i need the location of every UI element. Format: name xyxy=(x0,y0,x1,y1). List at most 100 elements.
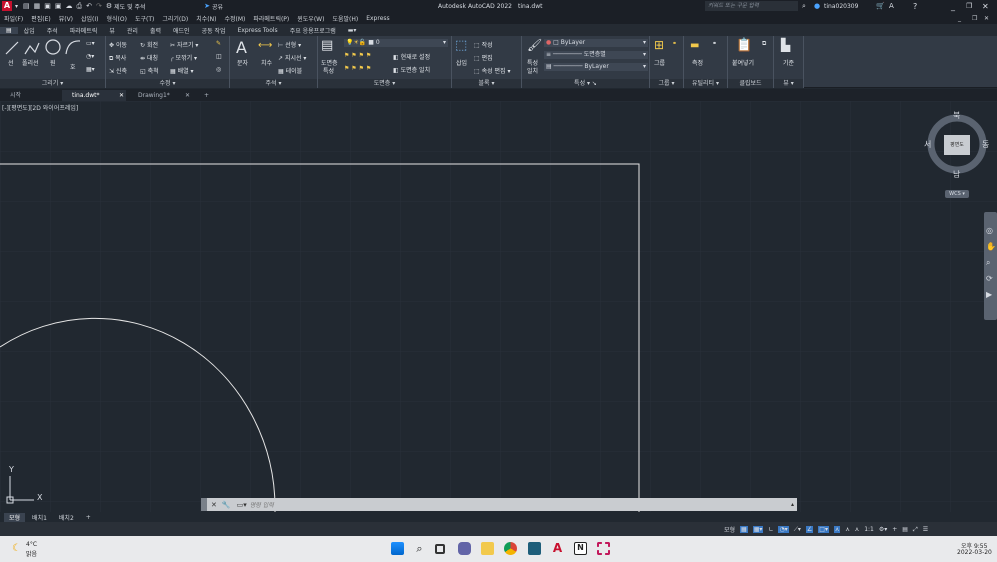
polar-icon[interactable]: ◔▾ xyxy=(778,526,789,533)
tab-output[interactable]: 출력 xyxy=(144,26,167,35)
edit-block-button[interactable]: ⬚ 편집 xyxy=(474,53,493,62)
create-block-button[interactable]: ⬚ 작성 xyxy=(474,40,493,49)
block-panel-label[interactable]: 블록 xyxy=(479,80,490,87)
group-icon[interactable]: ⊞ xyxy=(654,38,664,52)
help-icon[interactable]: ? xyxy=(913,2,917,11)
minimize-icon[interactable]: _ xyxy=(951,2,955,11)
annotation-monitor-icon[interactable]: + xyxy=(892,526,897,533)
arc-button[interactable]: 호 xyxy=(70,62,76,71)
viewcube-west[interactable]: 서 xyxy=(924,139,931,150)
viewcube-east[interactable]: 동 xyxy=(982,139,989,150)
add-layout-plus-icon[interactable]: + xyxy=(81,514,96,521)
customize-icon[interactable]: ☰ xyxy=(923,526,928,533)
insert-block-icon[interactable]: ⬚ xyxy=(455,38,467,53)
new-tab-plus-icon[interactable]: + xyxy=(194,90,219,101)
new-icon[interactable]: ▤ xyxy=(23,2,30,10)
line-icon[interactable] xyxy=(4,40,20,56)
group-tools-icon[interactable]: ⚭ xyxy=(672,40,677,47)
leader-button[interactable]: ↗ 지시선 ▾ xyxy=(278,53,306,62)
orbit-icon[interactable]: ⟳ xyxy=(986,274,993,283)
menu-edit[interactable]: 편집(E) xyxy=(31,14,51,23)
weather-condition[interactable]: 맑음 xyxy=(26,549,37,558)
fillet-button[interactable]: ╭ 모깎기 ▾ xyxy=(170,53,197,62)
viewcube[interactable]: 평면도 북 남 동 서 xyxy=(924,111,990,179)
draw-panel-label[interactable]: 그리기 xyxy=(42,80,59,87)
chat-icon[interactable] xyxy=(458,542,471,555)
dimension-icon[interactable]: ⟷ xyxy=(258,40,272,51)
line-button[interactable]: 선 xyxy=(8,58,14,67)
polyline-icon[interactable] xyxy=(24,40,40,56)
steeringwheel-icon[interactable]: ◎ xyxy=(986,226,993,235)
file-explorer-icon[interactable] xyxy=(481,542,494,555)
linetype-dropdown[interactable]: ▤ ──────── ByLayer ▾ xyxy=(544,63,648,71)
layers-panel-label[interactable]: 도면층 xyxy=(374,80,391,87)
redo-icon[interactable]: ↷ xyxy=(96,2,102,10)
tab-addins[interactable]: 애드인 xyxy=(167,26,196,35)
color-dropdown[interactable]: ● □ ByLayer ▾ xyxy=(544,39,648,47)
ribbon-toggle-icon[interactable]: ▬▾ xyxy=(342,27,363,34)
plot-icon[interactable]: ⎙ xyxy=(77,2,83,11)
modify-panel-label[interactable]: 수정 xyxy=(160,80,171,87)
groups-panel-label[interactable]: 그룹 xyxy=(659,80,670,87)
tab-view[interactable]: 뷰 xyxy=(103,26,121,35)
doc-tab-tina[interactable]: tina.dwt* ✕ xyxy=(62,90,126,101)
utility-tools-icon[interactable]: ⚭ xyxy=(712,40,717,47)
start-icon[interactable] xyxy=(391,542,404,555)
copy-button[interactable]: ⧉ 복사 xyxy=(109,53,126,63)
calculator-app-icon[interactable] xyxy=(528,542,541,555)
clock-date[interactable]: 2022-03-20 xyxy=(957,549,992,556)
search-icon[interactable]: ⌕ xyxy=(802,2,806,11)
menu-view[interactable]: 뷰(V) xyxy=(59,14,73,23)
clipboard-panel-label[interactable]: 클립보드 xyxy=(739,80,761,87)
menu-help[interactable]: 도움말(H) xyxy=(332,14,358,23)
isodraft-icon[interactable]: ⟋▾ xyxy=(794,526,801,534)
cart-icon[interactable]: 🛒 xyxy=(876,2,885,10)
doc-restore-icon[interactable]: ❐ xyxy=(972,15,977,22)
tab-featured-apps[interactable]: 주요 응용프로그램 xyxy=(284,26,342,35)
menu-modify[interactable]: 수정(M) xyxy=(224,14,245,23)
rotate-button[interactable]: ↻ 회전 xyxy=(140,40,158,49)
viewport-controls[interactable]: [-][평면도][2D 와이어프레임] xyxy=(2,103,78,112)
cmd-recent-icon[interactable]: ▭▾ xyxy=(237,501,247,509)
circle-button[interactable]: 원 xyxy=(50,58,56,67)
match-properties-icon[interactable]: 🖌 xyxy=(527,38,542,52)
maximize-icon[interactable]: ❐ xyxy=(966,2,972,10)
undo-icon[interactable]: ↶ xyxy=(86,2,92,10)
menu-express[interactable]: Express xyxy=(366,15,389,22)
paste-icon[interactable]: 📋 xyxy=(736,38,752,53)
layout-tab-2[interactable]: 배치2 xyxy=(54,513,79,522)
move-button[interactable]: ✥ 이동 xyxy=(109,40,127,49)
dimension-button[interactable]: 치수 xyxy=(261,58,272,67)
grid-icon[interactable]: ▦ xyxy=(740,526,748,533)
open-icon[interactable]: ▦ xyxy=(34,2,41,10)
autoscale-icon[interactable]: ⋏ xyxy=(845,526,849,533)
viewcube-face[interactable]: 평면도 xyxy=(944,135,970,155)
text-icon[interactable]: A xyxy=(236,38,247,57)
measure-icon[interactable]: ▬ xyxy=(690,40,699,51)
doc-tab-close-icon[interactable]: ✕ xyxy=(185,90,190,101)
share-icon[interactable]: ➤ xyxy=(204,2,210,10)
fullscreen-icon[interactable]: ⤢ xyxy=(913,526,918,534)
cmd-customize-icon[interactable]: 🔧 xyxy=(222,501,231,509)
offset-icon[interactable]: ◎ xyxy=(216,66,221,73)
snap-icon[interactable]: ▦▾ xyxy=(752,526,764,533)
table-button[interactable]: ▦ 테이블 xyxy=(278,66,302,75)
user-icon[interactable]: ● xyxy=(814,2,820,10)
close-icon[interactable]: ✕ xyxy=(982,2,989,11)
annotation-scale-value[interactable]: 1:1 xyxy=(864,526,874,533)
match-layer-button[interactable]: ◧ 도면층 일치 xyxy=(393,65,430,74)
annotation-scale-icon[interactable]: ⋏ xyxy=(855,526,859,533)
drawing-area[interactable] xyxy=(0,101,997,512)
text-button[interactable]: 문자 xyxy=(237,58,248,67)
hatch-icon[interactable]: ◔▾ xyxy=(86,53,94,60)
weather-temp[interactable]: 4°C xyxy=(26,541,37,548)
search-taskbar-icon[interactable]: ⌕ xyxy=(413,542,426,555)
user-name[interactable]: tina020309 xyxy=(824,3,858,10)
osnap-tracking-icon[interactable]: ∠ xyxy=(805,526,814,533)
model-space-button[interactable]: 모형 xyxy=(724,525,735,534)
linear-button[interactable]: ⊢ 선형 ▾ xyxy=(278,40,301,49)
search-box[interactable]: 키워드 또는 구문 입력 xyxy=(705,1,798,11)
snipping-tool-icon[interactable] xyxy=(597,542,610,555)
menu-tools[interactable]: 도구(T) xyxy=(135,14,154,23)
properties-panel-label[interactable]: 특성 xyxy=(574,80,585,87)
